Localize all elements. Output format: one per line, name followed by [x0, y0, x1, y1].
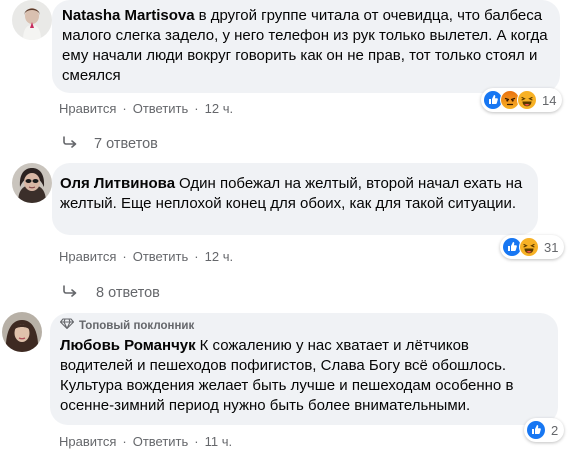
reaction-summary[interactable]: 14 — [481, 88, 563, 112]
timestamp[interactable]: 12 ч. — [205, 249, 233, 264]
top-fan-badge: Топовый поклонник — [59, 318, 546, 334]
separator: · — [122, 101, 127, 116]
avatar[interactable] — [12, 0, 52, 40]
reaction-count: 14 — [542, 92, 557, 108]
view-replies-button[interactable]: 7 ответов — [62, 136, 158, 152]
comment-actions: Нравится · Ответить · 12 ч. — [59, 249, 233, 264]
like-link[interactable]: Нравится — [59, 249, 116, 264]
timestamp[interactable]: 11 ч. — [205, 434, 233, 449]
separator: · — [122, 434, 127, 449]
avatar[interactable] — [2, 312, 42, 352]
diamond-icon — [59, 318, 75, 334]
view-replies-button[interactable]: 8 ответов — [62, 285, 160, 301]
separator: · — [122, 249, 127, 264]
replies-count-label[interactable]: 7 ответов — [94, 136, 158, 152]
separator: · — [194, 434, 199, 449]
haha-icon — [517, 90, 537, 110]
haha-icon — [519, 237, 539, 257]
separator: · — [194, 249, 199, 264]
comment-author[interactable]: Оля Литвинова — [60, 175, 175, 192]
reply-link[interactable]: Ответить — [133, 101, 189, 116]
replies-count-label[interactable]: 8 ответов — [96, 285, 160, 301]
avatar[interactable] — [12, 163, 52, 203]
reply-arrow-icon — [62, 285, 78, 301]
comment-author[interactable]: Любовь Романчук — [60, 337, 196, 354]
comment-bubble: Оля Литвинова Один побежал на желтый, вто… — [52, 163, 538, 235]
reply-link[interactable]: Ответить — [133, 434, 189, 449]
reply-arrow-icon — [62, 136, 78, 152]
comment-author[interactable]: Natasha Martisova — [62, 7, 195, 24]
comment-actions: Нравится · Ответить · 11 ч. — [59, 434, 232, 449]
comment-actions: Нравится · Ответить · 12 ч. — [59, 101, 233, 116]
like-link[interactable]: Нравится — [59, 101, 116, 116]
reply-link[interactable]: Ответить — [133, 249, 189, 264]
badge-label: Топовый поклонник — [79, 320, 195, 332]
comment-bubble: Natasha Martisova в другой группе читала … — [52, 0, 560, 93]
reaction-count: 31 — [544, 239, 559, 255]
like-icon — [526, 420, 546, 440]
reaction-summary[interactable]: 2 — [524, 418, 565, 442]
separator: · — [194, 101, 199, 116]
reaction-summary[interactable]: 31 — [500, 235, 565, 259]
reaction-count: 2 — [551, 422, 559, 438]
timestamp[interactable]: 12 ч. — [205, 101, 233, 116]
like-link[interactable]: Нравится — [59, 434, 116, 449]
comment-bubble: Топовый поклонник Любовь Романчук К сожал… — [50, 313, 558, 425]
